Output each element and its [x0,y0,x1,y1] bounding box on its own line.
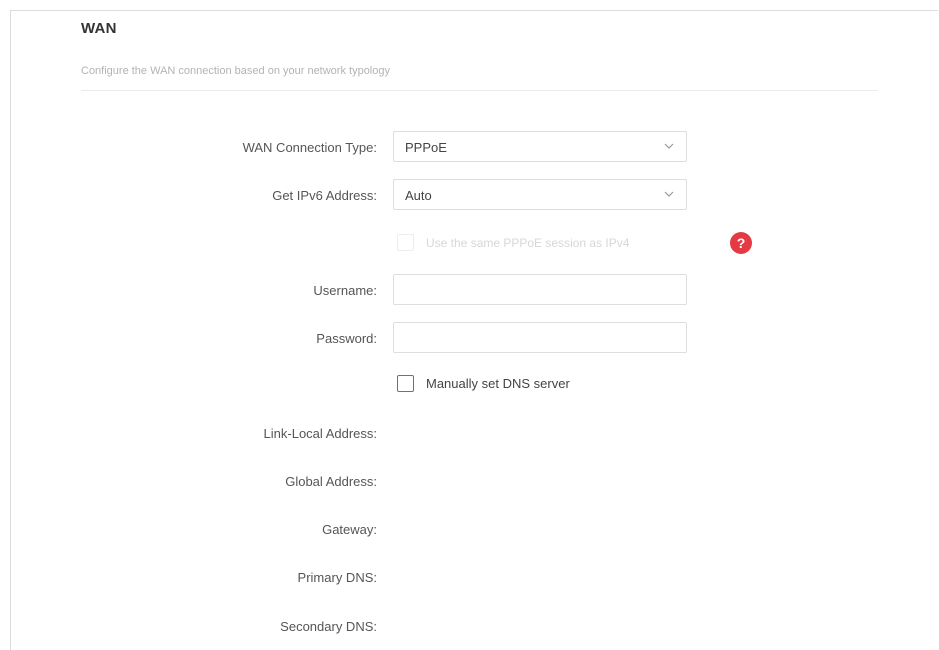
wan-connection-type-label: WAN Connection Type: [242,140,377,155]
get-ipv6-address-select[interactable]: Auto [393,179,687,210]
password-label: Password: [316,331,377,346]
get-ipv6-address-label: Get IPv6 Address: [272,188,377,203]
global-address-label: Global Address: [285,474,377,489]
gateway-label: Gateway: [322,522,377,537]
section-divider [81,90,878,91]
wan-connection-type-value: PPPoE [405,140,447,155]
get-ipv6-address-value: Auto [405,188,432,203]
secondary-dns-label: Secondary DNS: [280,619,377,634]
primary-dns-label: Primary DNS: [297,570,377,585]
same-pppoe-session-label: Use the same PPPoE session as IPv4 [426,236,630,250]
username-label: Username: [313,283,377,298]
username-input[interactable] [393,274,687,305]
manual-dns-label: Manually set DNS server [426,376,570,391]
chevron-down-icon [664,191,674,197]
password-input[interactable] [393,322,687,353]
question-mark-icon[interactable]: ? [730,232,752,254]
section-title: WAN [81,20,117,37]
manual-dns-checkbox[interactable] [397,375,414,392]
section-subtitle: Configure the WAN connection based on yo… [81,65,390,77]
chevron-down-icon [664,143,674,149]
link-local-address-label: Link-Local Address: [263,426,377,441]
same-pppoe-session-checkbox[interactable] [397,234,414,251]
wan-connection-type-select[interactable]: PPPoE [393,131,687,162]
